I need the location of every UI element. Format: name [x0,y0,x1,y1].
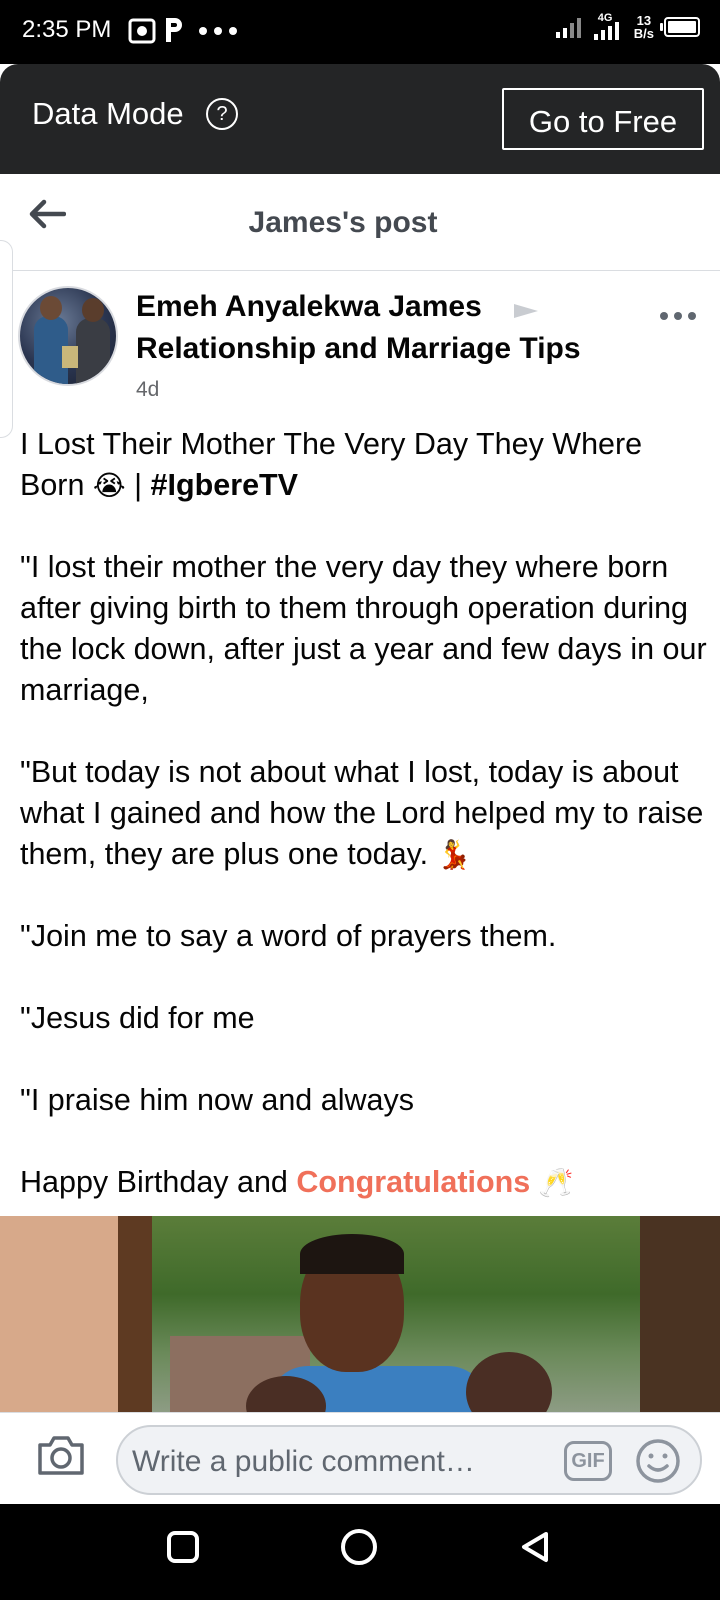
status-bar: 2:35 PM 4G 13 B/s [0,0,720,64]
help-icon[interactable]: ? [206,98,238,130]
pocket-p-icon [166,18,182,42]
closing-text: Happy Birthday and [20,1165,288,1199]
paragraph-2-text: "But today is not about what I lost, tod… [20,755,704,871]
closing-line: Happy Birthday and Congratulations 🥂 [20,1162,710,1203]
system-nav-bar [0,1504,720,1600]
more-dots-icon [199,27,237,35]
group-name[interactable]: Relationship and Marriage Tips [136,332,581,366]
clinking-glasses-emoji: 🥂 [538,1166,574,1199]
author-name[interactable]: Emeh Anyalekwa James [136,290,482,324]
data-mode-bar: Data Mode ? Go to Free [0,64,720,174]
comment-placeholder: Write a public comment… [132,1445,475,1478]
post-photo[interactable] [0,1216,720,1412]
author-avatar[interactable] [18,286,118,386]
page-title: James's post [248,206,438,239]
home-circle-icon[interactable] [340,1528,378,1566]
paragraph-5: "I praise him now and always [20,1083,414,1117]
emoji-smiley-icon[interactable] [634,1437,682,1485]
speed-unit: B/s [633,26,654,41]
title-separator: | [134,468,143,502]
hashtag-link[interactable]: #IgbereTV [151,468,298,502]
back-triangle-icon[interactable] [518,1530,552,1564]
page-header: James's post [0,174,720,271]
paragraph-3: "Join me to say a word of prayers them. [20,919,557,953]
camera-icon[interactable] [36,1433,86,1477]
post-time[interactable]: 4d [136,378,159,402]
signal-icon [555,18,581,38]
post-title-line: I Lost Their Mother The Very Day They Wh… [20,424,710,506]
network-4g: 4G [593,12,624,40]
recents-square-icon[interactable] [166,1530,200,1564]
comment-bar: Write a public comment… GIF [0,1412,720,1505]
status-time: 2:35 PM [22,16,112,43]
dancer-emoji: 💃 [436,838,472,871]
go-to-free-button[interactable]: Go to Free [502,88,704,150]
more-options-icon[interactable] [660,312,696,320]
paragraph-2: "But today is not about what I lost, tod… [20,752,710,875]
photo-icon [128,18,156,44]
edge-drawer-handle[interactable] [0,240,13,438]
signal-4g-icon [593,22,619,40]
shared-to-arrow-icon [514,304,538,318]
paragraph-4: "Jesus did for me [20,1001,255,1035]
data-mode-label: Data Mode [32,96,184,131]
battery-icon [660,17,700,37]
crying-emoji: 😭 [92,469,126,502]
network-speed: 13 B/s [634,14,654,40]
post-text: I Lost Their Mother The Very Day They Wh… [20,424,710,1203]
paragraph-1: "I lost their mother the very day they w… [20,550,707,707]
comment-input[interactable]: Write a public comment… GIF [116,1425,702,1495]
gif-icon[interactable]: GIF [564,1441,612,1481]
congratulations-highlight: Congratulations [296,1165,531,1199]
